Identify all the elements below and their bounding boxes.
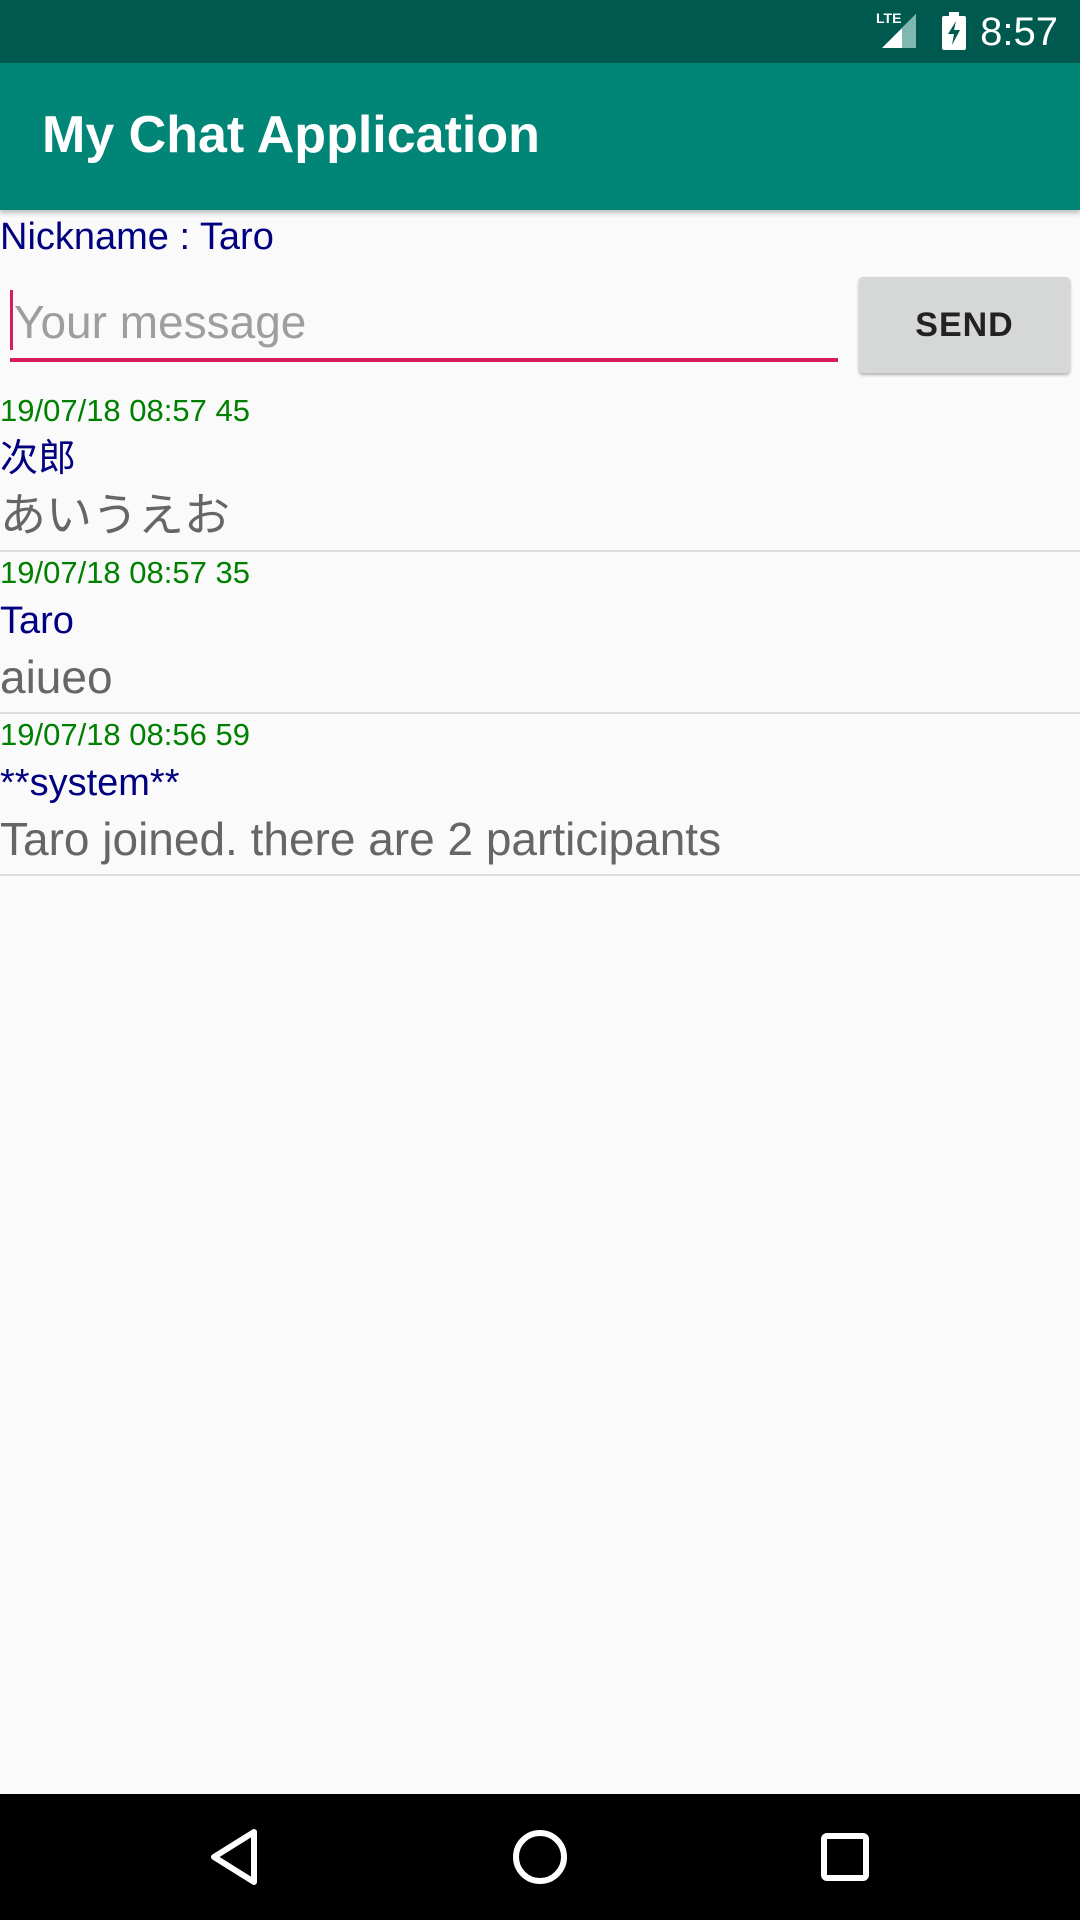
message-item: 19/07/18 08:57 35 Taro aiueo xyxy=(0,552,1080,714)
message-timestamp: 19/07/18 08:57 35 xyxy=(0,555,250,590)
navigation-bar xyxy=(0,1794,1080,1920)
message-author: Taro xyxy=(0,600,74,642)
message-list[interactable]: 19/07/18 08:57 45 次郎 あいうえお 19/07/18 08:5… xyxy=(0,390,1080,876)
message-author: 次郎 xyxy=(0,438,77,480)
message-text: Taro joined. there are 2 participants xyxy=(0,813,722,865)
message-text: aiueo xyxy=(0,651,113,703)
send-button[interactable]: SEND xyxy=(859,277,1070,373)
message-text: あいうえお xyxy=(0,489,230,541)
status-bar: LTE 8:57 xyxy=(0,0,1080,63)
signal-icon xyxy=(882,14,916,48)
back-icon[interactable] xyxy=(200,1822,270,1892)
message-timestamp: 19/07/18 08:57 45 xyxy=(0,393,250,428)
chat-screen: LTE 8:57 My Chat Application Nickname : … xyxy=(0,0,1080,1920)
message-author: **system** xyxy=(0,762,180,804)
message-timestamp: 19/07/18 08:56 59 xyxy=(0,717,250,752)
app-title: My Chat Application xyxy=(42,106,540,164)
text-caret xyxy=(10,290,13,350)
message-item: 19/07/18 08:56 59 **system** Taro joined… xyxy=(0,714,1080,876)
nickname-label: Nickname : Taro xyxy=(0,216,274,258)
home-icon[interactable] xyxy=(505,1822,575,1892)
app-bar: My Chat Application xyxy=(0,63,1080,210)
battery-charging-icon xyxy=(942,12,966,50)
message-input[interactable] xyxy=(10,286,838,362)
recents-icon[interactable] xyxy=(810,1822,880,1892)
status-time: 8:57 xyxy=(980,10,1058,54)
message-item: 19/07/18 08:57 45 次郎 あいうえお xyxy=(0,390,1080,552)
